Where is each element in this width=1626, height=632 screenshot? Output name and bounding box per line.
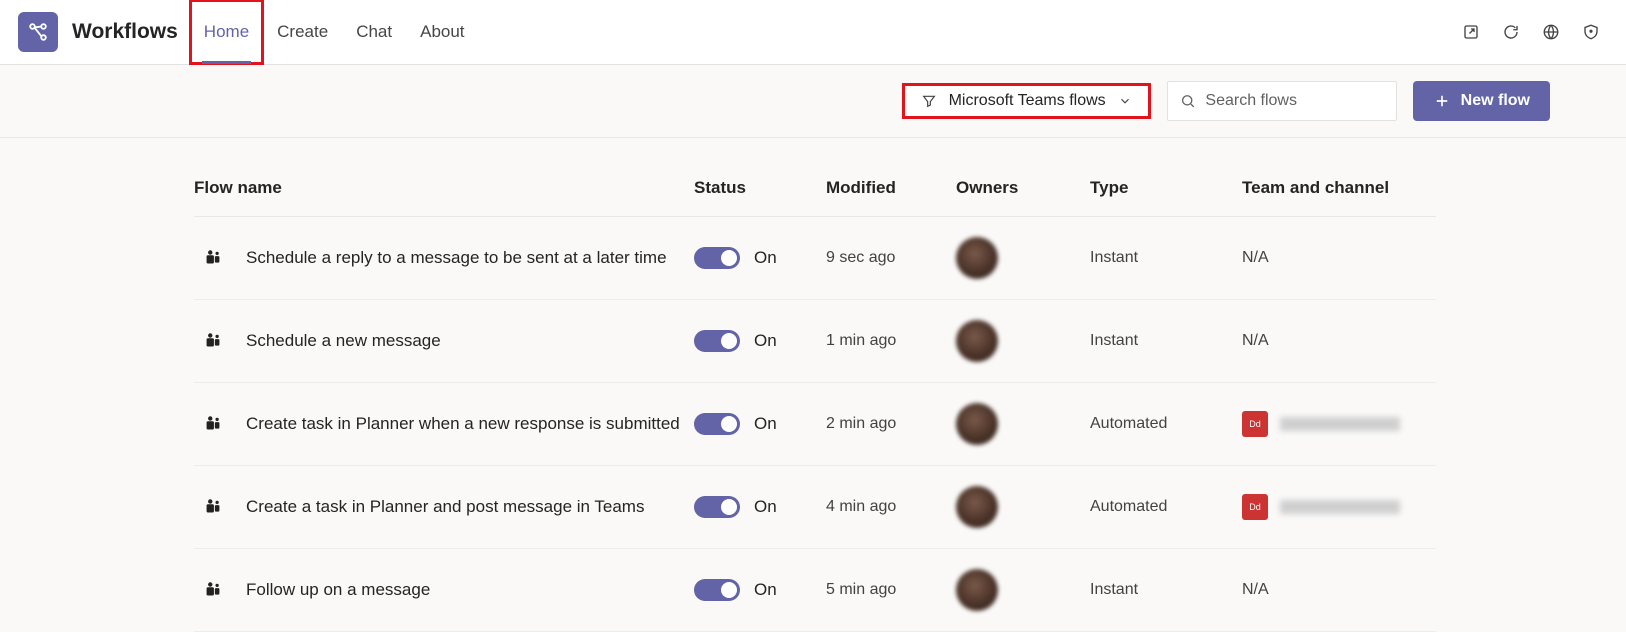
app-title: Workflows <box>72 20 178 44</box>
type-cell: Automated <box>1090 415 1242 433</box>
status-label: On <box>754 414 777 434</box>
status-toggle[interactable] <box>694 496 740 518</box>
flow-name-cell: Schedule a reply to a message to be sent… <box>194 247 694 269</box>
col-modified: Modified <box>826 178 956 198</box>
tab-chat[interactable]: Chat <box>342 0 406 64</box>
type-cell: Instant <box>1090 249 1242 267</box>
new-flow-button[interactable]: New flow <box>1413 81 1550 121</box>
filter-icon <box>921 93 937 109</box>
app-icon <box>18 12 58 52</box>
team-name <box>1280 417 1400 431</box>
flow-name: Follow up on a message <box>246 580 430 600</box>
team-cell: Dd <box>1242 411 1436 437</box>
status-cell: On <box>694 579 826 601</box>
avatar <box>956 569 998 611</box>
team-name <box>1280 500 1400 514</box>
flow-name-cell: Create task in Planner when a new respon… <box>194 413 694 435</box>
owner-cell <box>956 403 1090 445</box>
team-cell: N/A <box>1242 249 1436 267</box>
team-badge: Dd <box>1242 494 1268 520</box>
toolbar: Microsoft Teams flows New flow <box>0 65 1626 138</box>
tab-home[interactable]: Home <box>190 0 263 64</box>
status-cell: On <box>694 330 826 352</box>
flow-name-cell: Create a task in Planner and post messag… <box>194 496 694 518</box>
table-row[interactable]: Schedule a reply to a message to be sent… <box>194 217 1436 300</box>
owner-cell <box>956 486 1090 528</box>
modified-cell: 2 min ago <box>826 415 956 433</box>
table-row[interactable]: Schedule a new message On 1 min ago Instant… <box>194 300 1436 383</box>
open-external-icon[interactable] <box>1460 21 1482 43</box>
owner-cell <box>956 237 1090 279</box>
filter-dropdown[interactable]: Microsoft Teams flows <box>902 83 1151 119</box>
plus-icon <box>1433 92 1451 110</box>
table-row[interactable]: Create task in Planner when a new respon… <box>194 383 1436 466</box>
table-header: Flow name Status Modified Owners Type Te… <box>194 166 1436 217</box>
status-cell: On <box>694 496 826 518</box>
avatar <box>956 237 998 279</box>
shield-icon[interactable] <box>1580 21 1602 43</box>
flow-name: Schedule a reply to a message to be sent… <box>246 248 667 268</box>
type-cell: Instant <box>1090 581 1242 599</box>
modified-cell: 9 sec ago <box>826 249 956 267</box>
modified-cell: 5 min ago <box>826 581 956 599</box>
table-row[interactable]: Create a task in Planner and post messag… <box>194 466 1436 549</box>
refresh-icon[interactable] <box>1500 21 1522 43</box>
status-label: On <box>754 248 777 268</box>
search-icon <box>1180 92 1196 110</box>
avatar <box>956 486 998 528</box>
status-label: On <box>754 497 777 517</box>
flow-name: Schedule a new message <box>246 331 441 351</box>
search-box[interactable] <box>1167 81 1397 121</box>
col-team: Team and channel <box>1242 178 1436 198</box>
teams-icon <box>202 579 224 601</box>
search-input[interactable] <box>1205 92 1383 110</box>
avatar <box>956 403 998 445</box>
status-toggle[interactable] <box>694 247 740 269</box>
team-cell: N/A <box>1242 332 1436 350</box>
teams-icon <box>202 496 224 518</box>
col-flow-name: Flow name <box>194 178 694 198</box>
modified-cell: 1 min ago <box>826 332 956 350</box>
status-toggle[interactable] <box>694 330 740 352</box>
team-cell: Dd <box>1242 494 1436 520</box>
tab-about[interactable]: About <box>406 0 478 64</box>
col-status: Status <box>694 178 826 198</box>
flow-name-cell: Follow up on a message <box>194 579 694 601</box>
avatar <box>956 320 998 362</box>
owner-cell <box>956 569 1090 611</box>
flow-name: Create task in Planner when a new respon… <box>246 414 680 434</box>
owner-cell <box>956 320 1090 362</box>
flows-table: Flow name Status Modified Owners Type Te… <box>0 138 1626 632</box>
status-cell: On <box>694 247 826 269</box>
col-type: Type <box>1090 178 1242 198</box>
chevron-down-icon <box>1118 94 1132 108</box>
status-toggle[interactable] <box>694 413 740 435</box>
new-flow-label: New flow <box>1461 92 1530 110</box>
status-label: On <box>754 331 777 351</box>
modified-cell: 4 min ago <box>826 498 956 516</box>
status-toggle[interactable] <box>694 579 740 601</box>
team-cell: N/A <box>1242 581 1436 599</box>
table-row[interactable]: Follow up on a message On 5 min ago Instant… <box>194 549 1436 632</box>
col-owners: Owners <box>956 178 1090 198</box>
globe-icon[interactable] <box>1540 21 1562 43</box>
header-tabs: Home Create Chat About <box>190 0 479 64</box>
status-label: On <box>754 580 777 600</box>
teams-icon <box>202 413 224 435</box>
teams-icon <box>202 247 224 269</box>
type-cell: Instant <box>1090 332 1242 350</box>
flow-name-cell: Schedule a new message <box>194 330 694 352</box>
header-actions <box>1460 21 1608 43</box>
team-badge: Dd <box>1242 411 1268 437</box>
app-header: Workflows Home Create Chat About <box>0 0 1626 65</box>
flow-name: Create a task in Planner and post messag… <box>246 497 644 517</box>
tab-create[interactable]: Create <box>263 0 342 64</box>
status-cell: On <box>694 413 826 435</box>
teams-icon <box>202 330 224 352</box>
type-cell: Automated <box>1090 498 1242 516</box>
filter-label: Microsoft Teams flows <box>949 92 1106 110</box>
